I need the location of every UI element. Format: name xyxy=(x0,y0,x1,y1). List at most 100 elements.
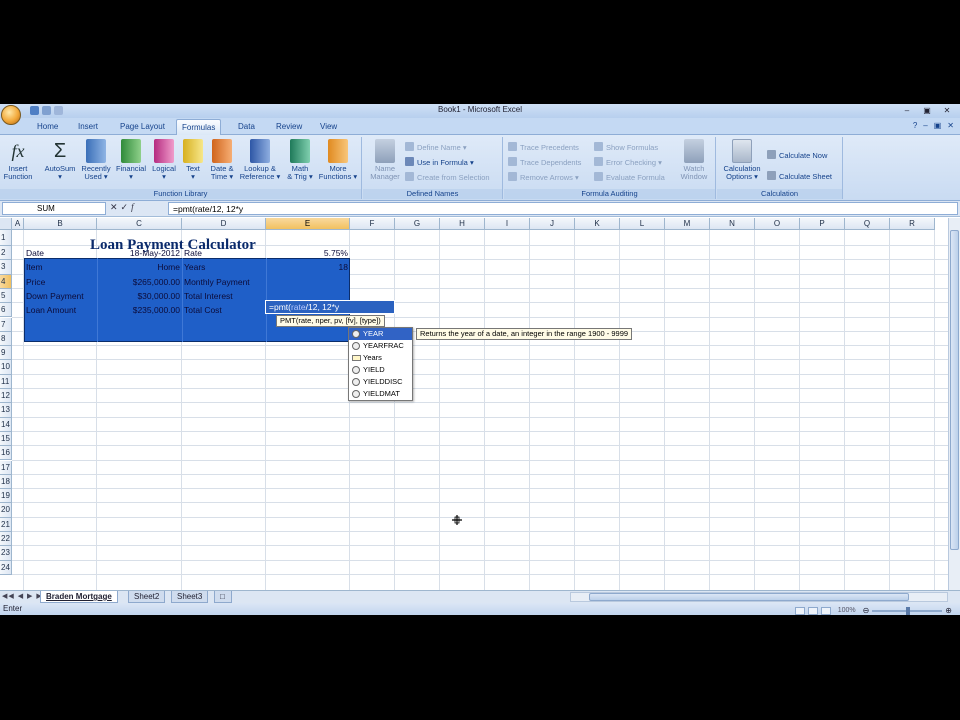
tab-page-layout[interactable]: Page Layout xyxy=(115,121,170,135)
row-header[interactable]: 19 xyxy=(0,489,12,504)
loan-result-label[interactable]: Years xyxy=(184,260,264,274)
row-header[interactable]: 13 xyxy=(0,403,12,418)
autocomplete-item[interactable]: YIELD xyxy=(349,364,412,376)
create-from-selection-button[interactable]: Create from Selection xyxy=(405,172,490,184)
autocomplete-item[interactable]: YIELDDISC xyxy=(349,376,412,388)
column-header[interactable]: P xyxy=(800,218,845,230)
column-header[interactable]: R xyxy=(890,218,935,230)
row-header[interactable]: 18 xyxy=(0,474,12,490)
insert-function-button[interactable]: fx Insert Function xyxy=(2,139,34,181)
row-header[interactable]: 5 xyxy=(0,288,12,304)
column-header[interactable]: J xyxy=(530,218,575,230)
column-header[interactable]: I xyxy=(485,218,530,230)
loan-result-label[interactable]: Rate xyxy=(184,246,264,260)
column-header[interactable]: O xyxy=(755,218,800,230)
use-in-formula-button[interactable]: Use in Formula ▾ xyxy=(405,157,474,169)
autocomplete-item[interactable]: YEARFRAC xyxy=(349,340,412,352)
define-name-button[interactable]: Define Name ▾ xyxy=(405,142,467,154)
remove-arrows-button[interactable]: Remove Arrows ▾ xyxy=(508,172,579,184)
loan-result-value[interactable]: 5.75% xyxy=(268,246,348,260)
select-all-corner[interactable] xyxy=(0,218,12,230)
row-header[interactable]: 21 xyxy=(0,517,12,532)
help-icon[interactable]: ? xyxy=(913,121,917,130)
row-header[interactable]: 7 xyxy=(0,317,12,332)
column-header[interactable]: G xyxy=(395,218,440,230)
row-header[interactable]: 23 xyxy=(0,546,12,561)
column-header[interactable]: M xyxy=(665,218,710,230)
page-break-view-icon[interactable] xyxy=(820,607,831,615)
autosum-button[interactable]: Σ AutoSum ▾ xyxy=(40,139,80,181)
row-header[interactable]: 20 xyxy=(0,503,12,518)
row-header[interactable]: 8 xyxy=(0,331,12,347)
zoom-slider[interactable] xyxy=(872,607,943,615)
office-button[interactable] xyxy=(1,105,21,125)
loan-label[interactable]: Down Payment xyxy=(26,289,95,303)
loan-result-label[interactable]: Total Cost xyxy=(184,303,264,317)
loan-value[interactable]: $265,000.00 xyxy=(99,275,180,289)
row-header[interactable]: 2 xyxy=(0,246,12,261)
zoom-slider-thumb[interactable] xyxy=(906,607,911,615)
sheet-tab-sheet2[interactable]: Sheet2 xyxy=(128,591,166,603)
column-header[interactable]: E xyxy=(266,218,350,230)
lookup-reference-button[interactable]: Lookup & Reference ▾ xyxy=(238,139,282,181)
trace-dependents-button[interactable]: Trace Dependents xyxy=(508,157,581,169)
loan-label[interactable]: Date xyxy=(26,246,95,260)
trace-precedents-button[interactable]: Trace Precedents xyxy=(508,142,579,154)
row-header[interactable]: 22 xyxy=(0,532,12,547)
autocomplete-item[interactable]: YEAR xyxy=(349,328,412,340)
loan-result-value[interactable]: 18 xyxy=(268,260,348,274)
loan-label[interactable]: Item xyxy=(26,260,95,274)
loan-result-value[interactable] xyxy=(268,275,348,289)
active-edit-cell[interactable]: =pmt(rate/12, 12*y xyxy=(265,300,395,314)
evaluate-formula-button[interactable]: Evaluate Formula xyxy=(594,172,665,184)
text-button[interactable]: Text ▾ xyxy=(180,139,206,181)
loan-label[interactable]: Price xyxy=(26,275,95,289)
calculate-sheet-button[interactable]: Calculate Sheet xyxy=(767,171,832,183)
horizontal-scrollbar[interactable] xyxy=(570,592,948,602)
worksheet-grid[interactable]: ABCDEFGHIJKLMNOPQR 1 2 3 4 5 6 7 8 9 10 11 12 13 14 15… xyxy=(0,218,948,590)
enter-icon[interactable]: ✓ xyxy=(121,202,132,212)
column-header[interactable]: B xyxy=(24,218,97,230)
ribbon-restore-icon[interactable]: ▣ xyxy=(934,121,942,130)
row-header[interactable]: 3 xyxy=(0,260,12,275)
autocomplete-list[interactable]: YEAR YEARFRAC Years YIELD YIELDDISC YIELDMAT xyxy=(348,327,413,401)
row-header[interactable]: 4 xyxy=(0,274,12,289)
vertical-scrollbar[interactable] xyxy=(948,218,960,590)
autocomplete-item[interactable]: YIELDMAT xyxy=(349,388,412,400)
tab-insert[interactable]: Insert xyxy=(73,121,103,135)
row-header[interactable]: 14 xyxy=(0,417,12,432)
restore-icon[interactable]: ▣ xyxy=(918,105,936,116)
tab-data[interactable]: Data xyxy=(233,121,260,135)
sheet-tab-braden-mortgage[interactable]: Braden Mortgage xyxy=(40,591,118,603)
more-functions-button[interactable]: More Functions ▾ xyxy=(316,139,360,181)
zoom-in-icon[interactable]: ⊕ xyxy=(945,605,952,615)
fx-small-icon[interactable]: f xyxy=(131,202,137,212)
cancel-icon[interactable]: ✕ xyxy=(110,202,121,212)
column-header[interactable]: N xyxy=(710,218,755,230)
row-header[interactable]: 1 xyxy=(0,230,12,246)
row-header[interactable]: 6 xyxy=(0,303,12,318)
column-header[interactable]: F xyxy=(350,218,395,230)
column-header[interactable]: A xyxy=(12,218,24,230)
zoom-level[interactable]: 100% xyxy=(838,605,856,615)
workbook-close-icon[interactable]: ✕ xyxy=(947,121,954,130)
tab-formulas[interactable]: Formulas xyxy=(176,119,222,135)
sheet-tab-sheet3[interactable]: Sheet3 xyxy=(171,591,209,603)
tab-view[interactable]: View xyxy=(315,121,342,135)
row-header[interactable]: 9 xyxy=(0,346,12,361)
row-header[interactable]: 17 xyxy=(0,460,12,475)
loan-value[interactable]: $235,000.00 xyxy=(99,303,180,317)
loan-result-label[interactable]: Total Interest xyxy=(184,289,264,303)
horizontal-scroll-thumb[interactable] xyxy=(589,593,909,601)
calculate-now-button[interactable]: Calculate Now xyxy=(767,150,827,162)
date-time-button[interactable]: Date & Time ▾ xyxy=(206,139,238,181)
loan-value[interactable]: Home xyxy=(99,260,180,274)
financial-button[interactable]: Financial ▾ xyxy=(113,139,149,181)
row-header[interactable]: 10 xyxy=(0,360,12,375)
row-header[interactable]: 12 xyxy=(0,389,12,404)
ribbon-minimize-icon[interactable]: – xyxy=(923,121,927,130)
vertical-scroll-thumb[interactable] xyxy=(950,230,959,550)
page-layout-view-icon[interactable] xyxy=(807,607,818,615)
tab-review[interactable]: Review xyxy=(271,121,307,135)
name-box[interactable]: SUM xyxy=(2,202,106,215)
